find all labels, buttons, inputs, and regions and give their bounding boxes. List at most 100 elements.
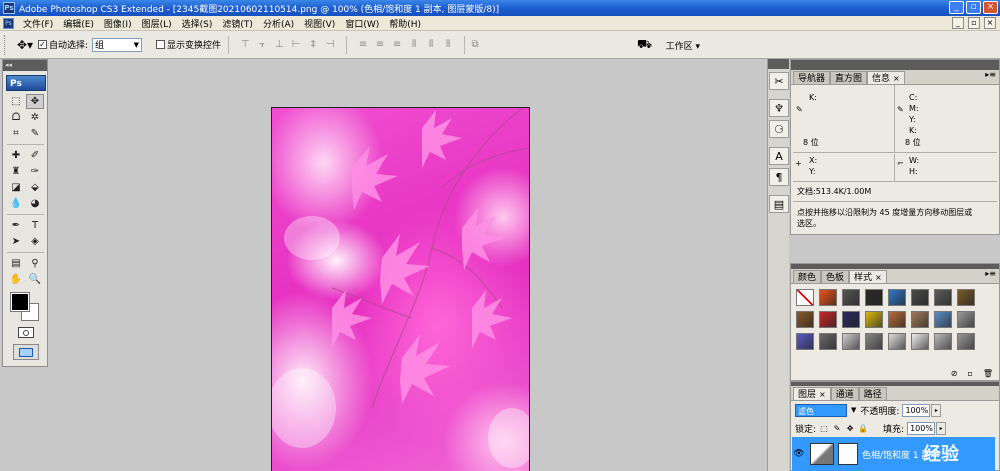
ps-logo[interactable]: Ps: [6, 75, 46, 91]
blend-mode-dropdown[interactable]: 滤色: [795, 403, 847, 417]
style-swatch[interactable]: [819, 289, 837, 306]
move-tool-preset-icon[interactable]: ✥▾: [12, 35, 38, 55]
tab-layers[interactable]: 图层 ×: [793, 387, 831, 400]
menu-view[interactable]: 视图(V): [299, 17, 340, 30]
doc-restore-button[interactable]: ▫: [968, 17, 980, 29]
eyedropper-icon[interactable]: ⚲: [26, 256, 44, 271]
style-swatch[interactable]: [819, 333, 837, 350]
lock-pixels-icon[interactable]: ✎: [832, 423, 842, 433]
layer-row-selected[interactable]: 👁 色相/饱和度 1 副本: [792, 437, 995, 471]
foreground-color[interactable]: [10, 292, 30, 312]
auto-select-dropdown[interactable]: 组 ▼: [92, 37, 143, 52]
style-swatch[interactable]: [911, 333, 929, 350]
lock-transparent-icon[interactable]: ⬚: [819, 423, 829, 433]
magic-wand-icon[interactable]: ✲: [26, 110, 44, 125]
style-swatch[interactable]: [865, 333, 883, 350]
opacity-slider-button[interactable]: ▸: [931, 403, 942, 417]
history-brush-icon[interactable]: ✑: [26, 164, 44, 179]
toolbox-grip[interactable]: ◂◂: [3, 60, 47, 71]
align-bottom-icon[interactable]: ⊥: [272, 38, 286, 52]
menu-window[interactable]: 窗口(W): [340, 17, 384, 30]
tab-histogram[interactable]: 直方图: [830, 71, 868, 84]
tab-swatches[interactable]: 色板: [821, 270, 850, 283]
tab-info[interactable]: 信息 ×: [867, 71, 905, 84]
doc-minimize-button[interactable]: _: [952, 17, 964, 29]
align-right-icon[interactable]: ⊣: [323, 38, 337, 52]
tab-channels[interactable]: 通道: [830, 387, 859, 400]
style-swatch[interactable]: [796, 289, 814, 306]
tab-paths[interactable]: 路径: [858, 387, 887, 400]
fill-input[interactable]: 100%: [907, 421, 936, 435]
doc-close-button[interactable]: ×: [984, 17, 996, 29]
style-swatch[interactable]: [934, 289, 952, 306]
pen-tool-icon[interactable]: ✒: [7, 218, 25, 233]
panel-menu-icon[interactable]: ▸≡: [985, 70, 996, 79]
dodge-tool-icon[interactable]: ◕: [26, 196, 44, 211]
distribute-left-icon[interactable]: ⦀: [407, 38, 421, 52]
menu-file[interactable]: 文件(F): [18, 17, 58, 30]
workspace-button[interactable]: 工作区 ▾: [666, 39, 700, 52]
style-swatch[interactable]: [796, 333, 814, 350]
style-swatch[interactable]: [957, 311, 975, 328]
style-swatch[interactable]: [796, 311, 814, 328]
slice-tool-icon[interactable]: ✎: [26, 126, 44, 141]
align-top-icon[interactable]: ⊤: [238, 38, 252, 52]
zoom-tool-icon[interactable]: 🔍: [26, 272, 44, 287]
restore-button[interactable]: ▫: [966, 1, 981, 14]
style-swatch[interactable]: [957, 333, 975, 350]
style-swatch[interactable]: [888, 311, 906, 328]
align-vcenter-icon[interactable]: ⫟: [255, 38, 269, 52]
menu-analysis[interactable]: 分析(A): [258, 17, 299, 30]
style-swatch[interactable]: [842, 289, 860, 306]
tab-navigator[interactable]: 导航器: [793, 71, 831, 84]
layer-comps-icon[interactable]: ▤: [769, 195, 789, 213]
brush-tool-icon[interactable]: ✐: [26, 148, 44, 163]
lock-position-icon[interactable]: ✥: [845, 423, 855, 433]
style-swatch[interactable]: [888, 333, 906, 350]
auto-select-checkbox[interactable]: ✓: [38, 40, 47, 49]
move-tool-icon[interactable]: ✥: [26, 94, 44, 109]
opacity-input[interactable]: 100%: [902, 403, 931, 417]
tab-styles[interactable]: 样式 ×: [849, 270, 887, 283]
healing-brush-icon[interactable]: ✚: [7, 148, 25, 163]
auto-align-icon[interactable]: ⧉: [468, 38, 482, 52]
clone-source-icon[interactable]: ⚆: [769, 120, 789, 138]
type-tool-icon[interactable]: T: [26, 218, 44, 233]
menu-help[interactable]: 帮助(H): [384, 17, 426, 30]
screen-mode-button[interactable]: [13, 344, 39, 360]
distribute-hcenter-icon[interactable]: ⦀: [424, 38, 438, 52]
paint-bucket-icon[interactable]: ⬙: [26, 180, 44, 195]
style-swatch[interactable]: [865, 311, 883, 328]
bridge-icon[interactable]: ⛟: [634, 36, 656, 54]
marquee-tool-icon[interactable]: ⬚: [7, 94, 25, 109]
tab-color[interactable]: 颜色: [793, 270, 822, 283]
shape-tool-icon[interactable]: ◈: [26, 234, 44, 249]
style-swatch[interactable]: [842, 333, 860, 350]
menu-filter[interactable]: 滤镜(T): [217, 17, 258, 30]
menu-select[interactable]: 选择(S): [177, 17, 218, 30]
paragraph-icon[interactable]: ¶: [769, 168, 789, 186]
eye-icon[interactable]: 👁: [792, 449, 806, 459]
distribute-bottom-icon[interactable]: ≡: [390, 38, 404, 52]
show-transform-checkbox[interactable]: [156, 40, 166, 49]
lasso-tool-icon[interactable]: ᗝ: [7, 110, 25, 125]
hand-tool-icon[interactable]: ✋: [7, 272, 25, 287]
blur-tool-icon[interactable]: 💧: [7, 196, 25, 211]
distribute-right-icon[interactable]: ⦀: [441, 38, 455, 52]
quick-mask-button[interactable]: [18, 327, 34, 338]
layer-mask-thumbnail[interactable]: [838, 443, 858, 465]
style-swatch[interactable]: [934, 311, 952, 328]
options-grip[interactable]: [4, 34, 8, 55]
style-swatch[interactable]: [842, 311, 860, 328]
path-select-icon[interactable]: ➤: [7, 234, 25, 249]
dock-grip[interactable]: [768, 59, 789, 69]
style-swatch[interactable]: [911, 311, 929, 328]
eraser-tool-icon[interactable]: ◪: [7, 180, 25, 195]
distribute-top-icon[interactable]: ≡: [356, 38, 370, 52]
close-button[interactable]: ×: [983, 1, 998, 14]
document-icon[interactable]: Ps: [3, 17, 14, 29]
close-tab-icon[interactable]: ×: [819, 390, 826, 399]
style-swatch[interactable]: [911, 289, 929, 306]
document-canvas[interactable]: [271, 107, 530, 471]
style-swatch[interactable]: [957, 289, 975, 306]
